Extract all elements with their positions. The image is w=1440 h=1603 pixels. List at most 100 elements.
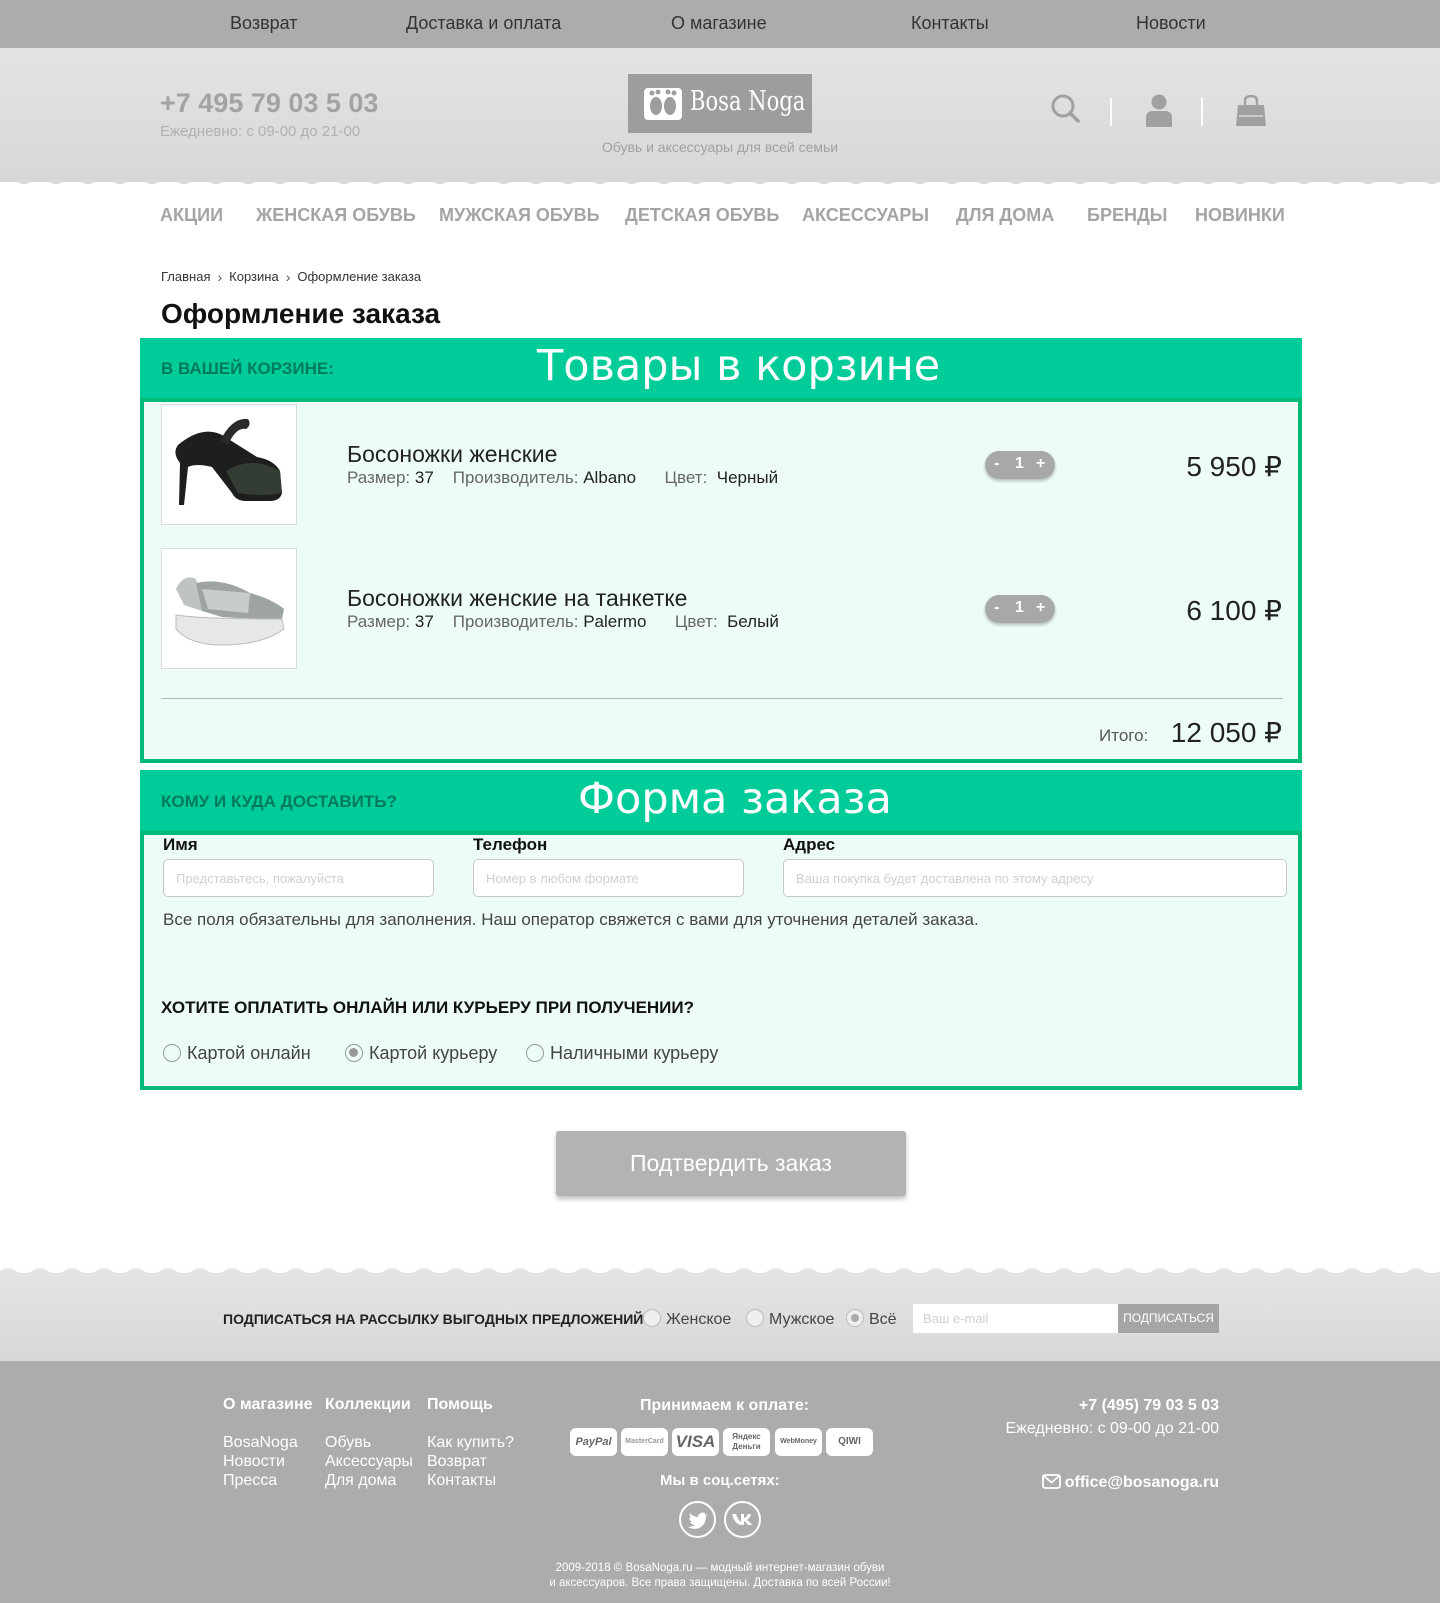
footer-column-title: Помощь xyxy=(427,1396,493,1413)
phone-field[interactable] xyxy=(473,859,744,897)
qiwi-logo: QIWI xyxy=(826,1428,873,1456)
category-men[interactable]: МУЖСКАЯ ОБУВЬ xyxy=(439,205,600,226)
mail-icon xyxy=(1041,1474,1061,1489)
breadcrumb-home[interactable]: Главная xyxy=(161,269,210,284)
breadcrumb-cart[interactable]: Корзина xyxy=(229,269,279,284)
color-value: Черный xyxy=(716,468,779,487)
footer-link[interactable]: Как купить? xyxy=(427,1434,514,1452)
footer-link[interactable]: Аксессуары xyxy=(325,1453,413,1471)
order-section-header: КОМУ И КУДА ДОСТАВИТЬ? Форма заказа xyxy=(140,770,1302,832)
user-icon[interactable] xyxy=(1146,94,1172,128)
name-field[interactable] xyxy=(163,859,434,897)
decrement-button[interactable]: - xyxy=(994,599,999,617)
twitter-bird-icon xyxy=(688,1512,708,1529)
radio-icon xyxy=(163,1044,181,1062)
site-logo[interactable]: Bosa Noga xyxy=(628,74,812,133)
footprint-logo-icon xyxy=(644,88,682,120)
product-title[interactable]: Босоножки женские на танкетке xyxy=(347,585,687,612)
footer-link[interactable]: Пресса xyxy=(223,1472,277,1490)
address-field[interactable] xyxy=(783,859,1287,897)
sandal-wedge-image xyxy=(175,577,285,646)
cart-section-header: В ВАШЕЙ КОРЗИНЕ: Товары в корзине xyxy=(140,338,1302,398)
category-home[interactable]: ДЛЯ ДОМА xyxy=(956,205,1054,226)
category-brands[interactable]: БРЕНДЫ xyxy=(1087,205,1167,226)
footer-email[interactable]: office@bosanoga.ru xyxy=(1041,1474,1219,1492)
maker-label: Производитель: xyxy=(452,468,579,487)
top-nav-link-delivery[interactable]: Доставка и оплата xyxy=(406,13,561,34)
quantity-stepper: - 1 + xyxy=(985,451,1055,479)
color-label: Цвет: xyxy=(664,468,708,487)
radio-checked-icon xyxy=(345,1044,363,1062)
subscribe-option-all[interactable]: Всё xyxy=(846,1309,897,1329)
subscribe-option-label: Мужское xyxy=(769,1311,835,1328)
size-value: 37 xyxy=(414,468,434,487)
paypal-logo: PayPal xyxy=(570,1428,617,1456)
footer-link[interactable]: Для дома xyxy=(325,1472,396,1490)
product-image[interactable] xyxy=(161,548,297,669)
category-accessories[interactable]: АКСЕССУАРЫ xyxy=(802,205,929,226)
top-nav-link-news[interactable]: Новости xyxy=(1136,13,1206,34)
footer-column-title: Коллекции xyxy=(325,1396,411,1413)
vk-logo-icon xyxy=(732,1514,752,1525)
webmoney-logo: WebMoney xyxy=(775,1428,822,1456)
product-title[interactable]: Босоножки женские xyxy=(347,441,557,468)
chevron-right-icon: › xyxy=(285,268,291,285)
top-nav: Возврат Доставка и оплата О магазине Кон… xyxy=(0,0,1440,48)
product-meta: Размер: 37 Производитель: Palermo Цвет: … xyxy=(347,612,779,632)
copyright-line: и аксессуаров. Все права защищены. Доста… xyxy=(549,1577,891,1589)
increment-button[interactable]: + xyxy=(1036,455,1045,473)
product-image[interactable] xyxy=(161,404,297,525)
payment-option-card-online[interactable]: Картой онлайн xyxy=(163,1043,311,1064)
search-icon[interactable] xyxy=(1051,94,1081,124)
footer-link[interactable]: Контакты xyxy=(427,1472,496,1490)
cart-section-caption: Товары в корзине xyxy=(537,341,941,391)
logo-text: Bosa Noga xyxy=(690,86,806,117)
confirm-order-button[interactable]: Подтвердить заказ xyxy=(556,1131,906,1196)
product-price: 6 100 ₽ xyxy=(1186,595,1282,626)
payment-option-card-courier[interactable]: Картой курьеру xyxy=(345,1043,497,1064)
footer-link[interactable]: Новости xyxy=(223,1453,285,1471)
payment-option-cash-courier[interactable]: Наличными курьеру xyxy=(526,1043,718,1064)
cart-section-label: В ВАШЕЙ КОРЗИНЕ: xyxy=(161,359,334,378)
category-sales[interactable]: АКЦИИ xyxy=(160,205,223,226)
chevron-right-icon: › xyxy=(217,268,223,285)
header-wave-divider xyxy=(0,175,1440,184)
header-separator xyxy=(1201,98,1203,126)
header-phone[interactable]: +7 495 79 03 5 03 xyxy=(160,88,378,119)
radio-icon xyxy=(643,1309,661,1327)
top-nav-link-about[interactable]: О магазине xyxy=(671,13,767,34)
category-kids[interactable]: ДЕТСКАЯ ОБУВЬ xyxy=(625,205,779,226)
mastercard-logo: MasterCard xyxy=(621,1428,668,1456)
top-nav-link-return[interactable]: Возврат xyxy=(230,13,298,34)
footer-link[interactable]: BosaNoga xyxy=(223,1434,298,1452)
maker-value: Albano xyxy=(583,468,637,487)
subscribe-option-men[interactable]: Мужское xyxy=(746,1309,834,1329)
yandex-money-logo: Яндекс Деньги xyxy=(723,1428,770,1456)
page-title: Оформление заказа xyxy=(161,298,441,329)
payment-option-label: Наличными курьеру xyxy=(550,1043,719,1063)
header-hours: Ежедневно: с 09-00 до 21-00 xyxy=(160,123,361,140)
subscribe-option-women[interactable]: Женское xyxy=(643,1309,731,1329)
cart-section-body xyxy=(140,398,1302,763)
subscribe-button[interactable]: ПОДПИСАТЬСЯ xyxy=(1118,1304,1219,1333)
category-new[interactable]: НОВИНКИ xyxy=(1195,205,1285,226)
twitter-icon[interactable] xyxy=(679,1501,716,1538)
footer-link[interactable]: Возврат xyxy=(427,1453,487,1471)
breadcrumb: Главная › Корзина › Оформление заказа xyxy=(161,268,421,285)
shopping-bag-icon[interactable] xyxy=(1236,95,1266,127)
payment-option-label: Картой курьеру xyxy=(369,1043,498,1063)
footer-link[interactable]: Обувь xyxy=(325,1434,371,1452)
top-nav-link-contacts[interactable]: Контакты xyxy=(911,13,989,34)
increment-button[interactable]: + xyxy=(1036,599,1045,617)
decrement-button[interactable]: - xyxy=(994,455,999,473)
visa-logo: VISA xyxy=(672,1428,719,1456)
subscribe-email-input[interactable] xyxy=(913,1304,1119,1333)
payment-methods-title: Принимаем к оплате: xyxy=(640,1397,810,1414)
radio-icon xyxy=(526,1044,544,1062)
footer-phone[interactable]: +7 (495) 79 03 5 03 xyxy=(1079,1397,1219,1415)
header-separator xyxy=(1110,98,1112,126)
category-women[interactable]: ЖЕНСКАЯ ОБУВЬ xyxy=(256,205,416,226)
vk-icon[interactable] xyxy=(724,1501,761,1538)
footer-email-text: office@bosanoga.ru xyxy=(1064,1474,1219,1491)
phone-label: Телефон xyxy=(473,835,548,854)
